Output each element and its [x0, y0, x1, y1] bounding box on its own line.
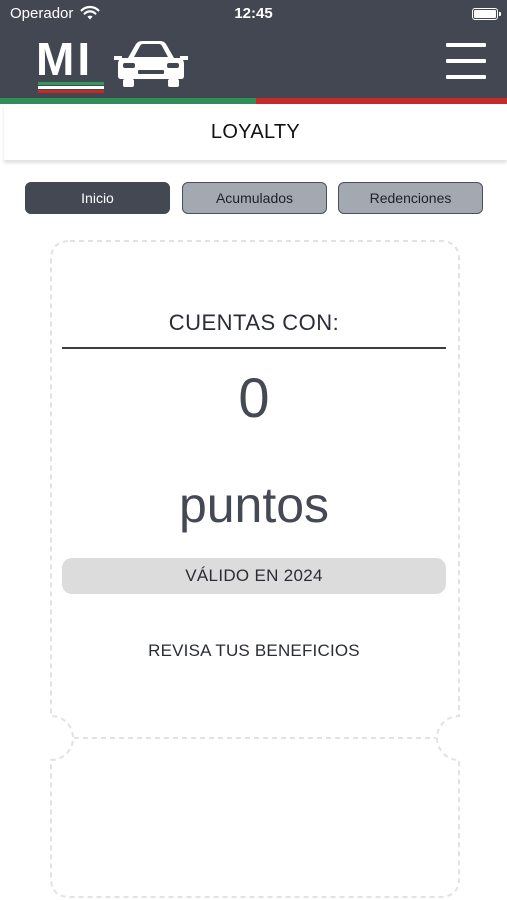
tab-acumulados[interactable]: Acumulados — [182, 182, 327, 214]
points-value: 0 — [238, 366, 270, 429]
menu-bar — [446, 43, 486, 47]
logo-stripe-red — [38, 90, 104, 93]
tab-inicio[interactable]: Inicio — [25, 182, 170, 214]
battery-icon — [472, 8, 501, 20]
page-title: LOYALTY — [210, 121, 301, 143]
benefits-link[interactable]: REVISA TUS BENEFICIOS — [62, 641, 446, 661]
points-divider — [62, 347, 446, 349]
menu-bar — [446, 59, 486, 63]
app-logo: MI — [36, 33, 188, 94]
hamburger-menu-icon[interactable] — [446, 41, 486, 81]
logo-stripe-green — [38, 82, 104, 85]
points-unit: puntos — [178, 477, 330, 533]
logo-stripe-white — [38, 86, 104, 89]
status-bar: Operador 12:45 — [0, 0, 507, 28]
menu-bar — [446, 75, 486, 79]
loyalty-tabs: Inicio Acumulados Redenciones — [25, 182, 483, 214]
car-icon — [114, 41, 188, 87]
validity-badge: VÁLIDO EN 2024 — [62, 558, 446, 594]
app-header: Operador 12:45 MI — [0, 0, 507, 104]
status-time: 12:45 — [234, 5, 273, 22]
tab-redenciones[interactable]: Redenciones — [338, 182, 483, 214]
page-title-bar: LOYALTY — [4, 104, 507, 160]
logo-text: MI — [36, 33, 94, 85]
points-label: CUENTAS CON: — [168, 310, 340, 335]
